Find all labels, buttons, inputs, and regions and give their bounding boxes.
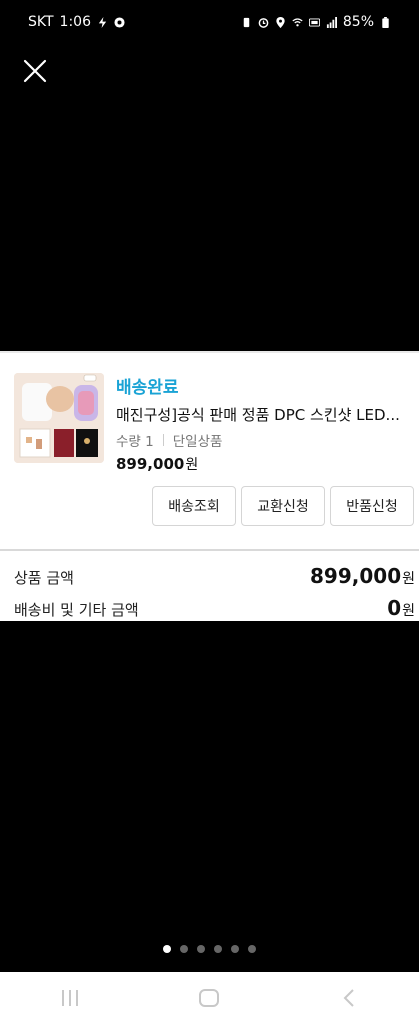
battery-icon xyxy=(382,16,389,28)
alarm-icon xyxy=(258,17,269,28)
battery-percent: 85% xyxy=(342,14,374,30)
product-image xyxy=(14,373,104,463)
tracking-button[interactable]: 배송조회 xyxy=(152,486,236,526)
recents-icon xyxy=(61,990,78,1006)
product-title[interactable]: 매진구성]공식 판매 정품 DPC 스킨샷 LED... xyxy=(116,404,414,425)
price-value: 899,000 xyxy=(116,455,185,473)
delivery-status: 배송완료 xyxy=(116,378,179,398)
home-icon xyxy=(199,989,220,1007)
exchange-button[interactable]: 교환신청 xyxy=(241,486,325,526)
shipping-label: 배송비 및 기타 금액 xyxy=(14,601,139,619)
battery-saver-icon xyxy=(243,17,250,27)
recents-button[interactable] xyxy=(55,983,85,1013)
pagination-dot[interactable] xyxy=(163,945,171,953)
quantity-label: 수량 1 xyxy=(116,434,154,450)
shipping-amount: 0원 xyxy=(387,596,415,620)
shipping-unit: 원 xyxy=(402,603,415,619)
product-amount-unit: 원 xyxy=(402,571,415,587)
chrome-icon xyxy=(114,16,125,28)
product-amount-row: 상품 금액 899,000원 xyxy=(14,564,415,588)
signal-icon xyxy=(326,16,337,28)
pagination-dots xyxy=(0,945,419,953)
order-card: 배송완료 매진구성]공식 판매 정품 DPC 스킨샷 LED... 수량 1 단… xyxy=(0,351,419,621)
back-button[interactable] xyxy=(334,983,364,1013)
status-bar: SKT 1:06 85% xyxy=(0,0,419,44)
product-thumbnail[interactable] xyxy=(14,373,104,463)
return-button[interactable]: 반품신청 xyxy=(330,486,414,526)
lightning-icon xyxy=(98,16,107,28)
pagination-dot[interactable] xyxy=(180,945,188,953)
card-top-border xyxy=(0,351,419,353)
product-amount-label: 상품 금액 xyxy=(14,569,74,587)
pagination-dot[interactable] xyxy=(248,945,256,953)
system-nav-bar xyxy=(0,972,419,1024)
wifi-icon xyxy=(292,17,303,26)
pagination-dot[interactable] xyxy=(197,945,205,953)
pagination-dot[interactable] xyxy=(231,945,239,953)
product-amount-value: 899,000 xyxy=(310,564,402,588)
volte-icon xyxy=(308,17,320,27)
meta-separator xyxy=(162,434,164,446)
product-amount: 899,000원 xyxy=(310,564,415,588)
home-button[interactable] xyxy=(194,983,224,1013)
product-meta: 수량 1 단일상품 xyxy=(116,430,222,450)
carrier: SKT xyxy=(28,14,54,30)
shipping-amount-row: 배송비 및 기타 금액 0원 xyxy=(14,596,415,620)
product-price: 899,000원 xyxy=(116,454,198,474)
option-label: 단일상품 xyxy=(172,434,223,450)
back-icon xyxy=(343,989,354,1007)
pagination-dot[interactable] xyxy=(214,945,222,953)
close-icon[interactable] xyxy=(22,58,48,84)
price-unit: 원 xyxy=(185,457,199,473)
location-icon xyxy=(276,16,285,28)
section-divider xyxy=(0,549,419,551)
clock: 1:06 xyxy=(59,14,91,30)
shipping-value: 0 xyxy=(387,596,402,620)
